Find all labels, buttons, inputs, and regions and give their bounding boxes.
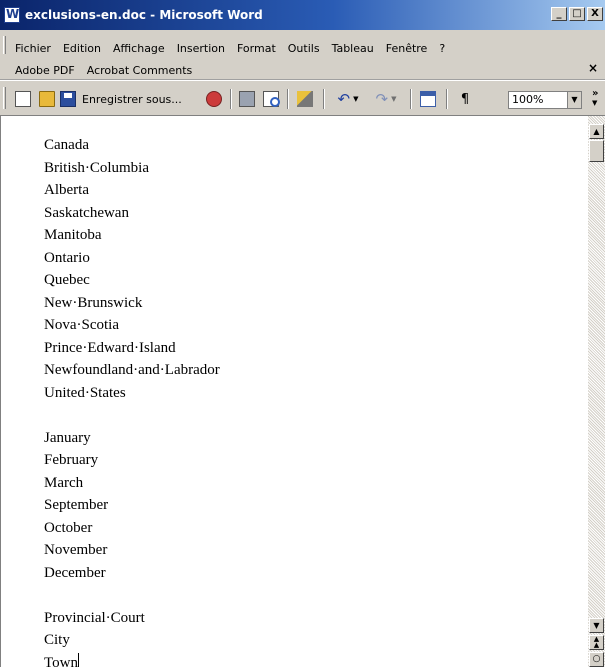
window-title: exclusions-en.doc - Microsoft Word [25, 8, 263, 22]
redo-dropdown-icon[interactable]: ▼ [391, 95, 396, 103]
print-preview-button[interactable] [260, 87, 282, 111]
undo-dropdown-icon[interactable]: ▼ [353, 95, 358, 103]
save-as-label: Enregistrer sous... [82, 92, 182, 106]
undo-button[interactable]: ↶ ▼ [330, 87, 366, 111]
scroll-up-button[interactable]: ▲ [589, 124, 604, 139]
open-button[interactable] [36, 87, 58, 111]
menu-acrobat-comments[interactable]: Acrobat Comments [81, 64, 199, 77]
menu-edition[interactable]: Edition [57, 42, 107, 55]
menu-format[interactable]: Format [231, 42, 282, 55]
doc-line: March [44, 474, 84, 491]
doc-line: Saskatchewan [44, 204, 129, 221]
doc-line: January [44, 429, 91, 446]
maximize-button[interactable]: □ [569, 7, 585, 21]
scroll-thumb[interactable] [589, 140, 604, 162]
save-icon [60, 91, 76, 107]
doc-line: December [44, 564, 106, 581]
doc-line-current-text: Town [44, 654, 78, 667]
minimize-button[interactable]: _ [551, 7, 567, 21]
menu-row-main: Fichier Edition Affichage Insertion Form… [10, 42, 451, 55]
title-bar[interactable]: exclusions-en.doc - Microsoft Word _ □ X [0, 0, 605, 30]
doc-line: Quebec [44, 272, 90, 288]
redo-icon: ↷ [375, 90, 389, 108]
browse-object-button[interactable]: ○ [589, 652, 604, 667]
previous-page-button[interactable]: ▲ ▲ [589, 635, 604, 650]
format-painter-button[interactable] [294, 87, 316, 111]
toolbar-separator [287, 89, 289, 109]
toolbar-separator [230, 89, 232, 109]
doc-line: Newfoundland·and·Labrador [44, 362, 220, 378]
doc-line: New·Brunswick [44, 294, 143, 311]
print-button[interactable] [236, 87, 258, 111]
doc-line: November [44, 542, 108, 558]
doc-line: City [44, 632, 70, 648]
print-preview-icon [263, 91, 280, 107]
app-chrome: Fichier Edition Affichage Insertion Form… [0, 30, 605, 116]
chevron-down-icon: ▼ [592, 99, 598, 107]
toolbar-grip[interactable] [3, 87, 6, 109]
doc-line: United·States [44, 384, 126, 401]
toolbar-separator [323, 89, 325, 109]
menu-bar: Fichier Edition Affichage Insertion Form… [0, 30, 605, 80]
scroll-down-button[interactable]: ▼ [589, 618, 604, 633]
document-area[interactable]: Canada British·Columbia Alberta Saskatch… [0, 116, 585, 667]
menu-grip[interactable] [3, 36, 6, 54]
doc-line-empty [44, 404, 220, 427]
close-button[interactable]: X [587, 7, 603, 21]
redo-button[interactable]: ↷ ▼ [368, 87, 404, 111]
document-text[interactable]: Canada British·Columbia Alberta Saskatch… [44, 134, 220, 667]
toolbar-separator [446, 89, 448, 109]
menu-adobe-pdf[interactable]: Adobe PDF [10, 64, 81, 77]
window-controls: _ □ X [549, 7, 603, 21]
app-word-icon[interactable] [4, 7, 20, 23]
doc-line-current: Town [44, 652, 220, 667]
print-icon [239, 91, 255, 107]
doc-line-empty [44, 584, 220, 607]
doc-line: Ontario [44, 249, 90, 266]
doc-line: Prince·Edward·Island [44, 339, 176, 356]
menu-insertion[interactable]: Insertion [171, 42, 231, 55]
save-as-button[interactable]: Enregistrer sous... [60, 87, 196, 111]
doc-line: Nova·Scotia [44, 317, 119, 333]
doc-line: September [44, 497, 109, 513]
toolbar-separator [410, 89, 412, 109]
doc-line: February [44, 452, 99, 468]
new-document-icon [15, 91, 31, 107]
insert-table-icon [420, 91, 436, 107]
menu-help[interactable]: ? [433, 42, 451, 55]
new-document-button[interactable] [12, 87, 34, 111]
research-icon [206, 91, 222, 107]
vertical-scrollbar[interactable]: ▲ ▼ ▲ ▲ ○ [588, 116, 605, 667]
open-folder-icon [39, 91, 55, 107]
doc-line: British·Columbia [44, 159, 149, 176]
insert-table-button[interactable] [416, 87, 440, 111]
toolbar-overflow-icon: » [592, 88, 599, 99]
menu-affichage[interactable]: Affichage [107, 42, 171, 55]
format-painter-icon [297, 91, 313, 107]
menu-outils[interactable]: Outils [282, 42, 326, 55]
undo-icon: ↶ [337, 90, 351, 108]
show-formatting-icon: ¶ [460, 91, 470, 107]
close-document-button[interactable]: × [588, 61, 598, 75]
zoom-select[interactable]: 100% ▼ [508, 91, 582, 109]
menu-tableau[interactable]: Tableau [326, 42, 380, 55]
doc-line: October [44, 519, 93, 536]
doc-line: Manitoba [44, 227, 102, 243]
research-button[interactable] [203, 87, 225, 111]
standard-toolbar: Enregistrer sous... ↶ ▼ ↷ ▼ ¶ 100% ▼ » ▼ [0, 80, 605, 116]
doc-line: Canada [44, 137, 89, 153]
doc-line: Alberta [44, 182, 89, 198]
show-formatting-button[interactable]: ¶ [454, 87, 476, 111]
menu-row-adobe: Adobe PDF Acrobat Comments [10, 64, 198, 77]
menu-fichier[interactable]: Fichier [10, 42, 57, 55]
chevron-down-icon[interactable]: ▼ [567, 92, 581, 108]
menu-fenetre[interactable]: Fenêtre [380, 42, 434, 55]
doc-line: Provincial·Court [44, 609, 145, 626]
text-cursor [77, 652, 79, 667]
zoom-value: 100% [512, 93, 544, 106]
toolbar-overflow-button[interactable]: » ▼ [592, 89, 598, 108]
